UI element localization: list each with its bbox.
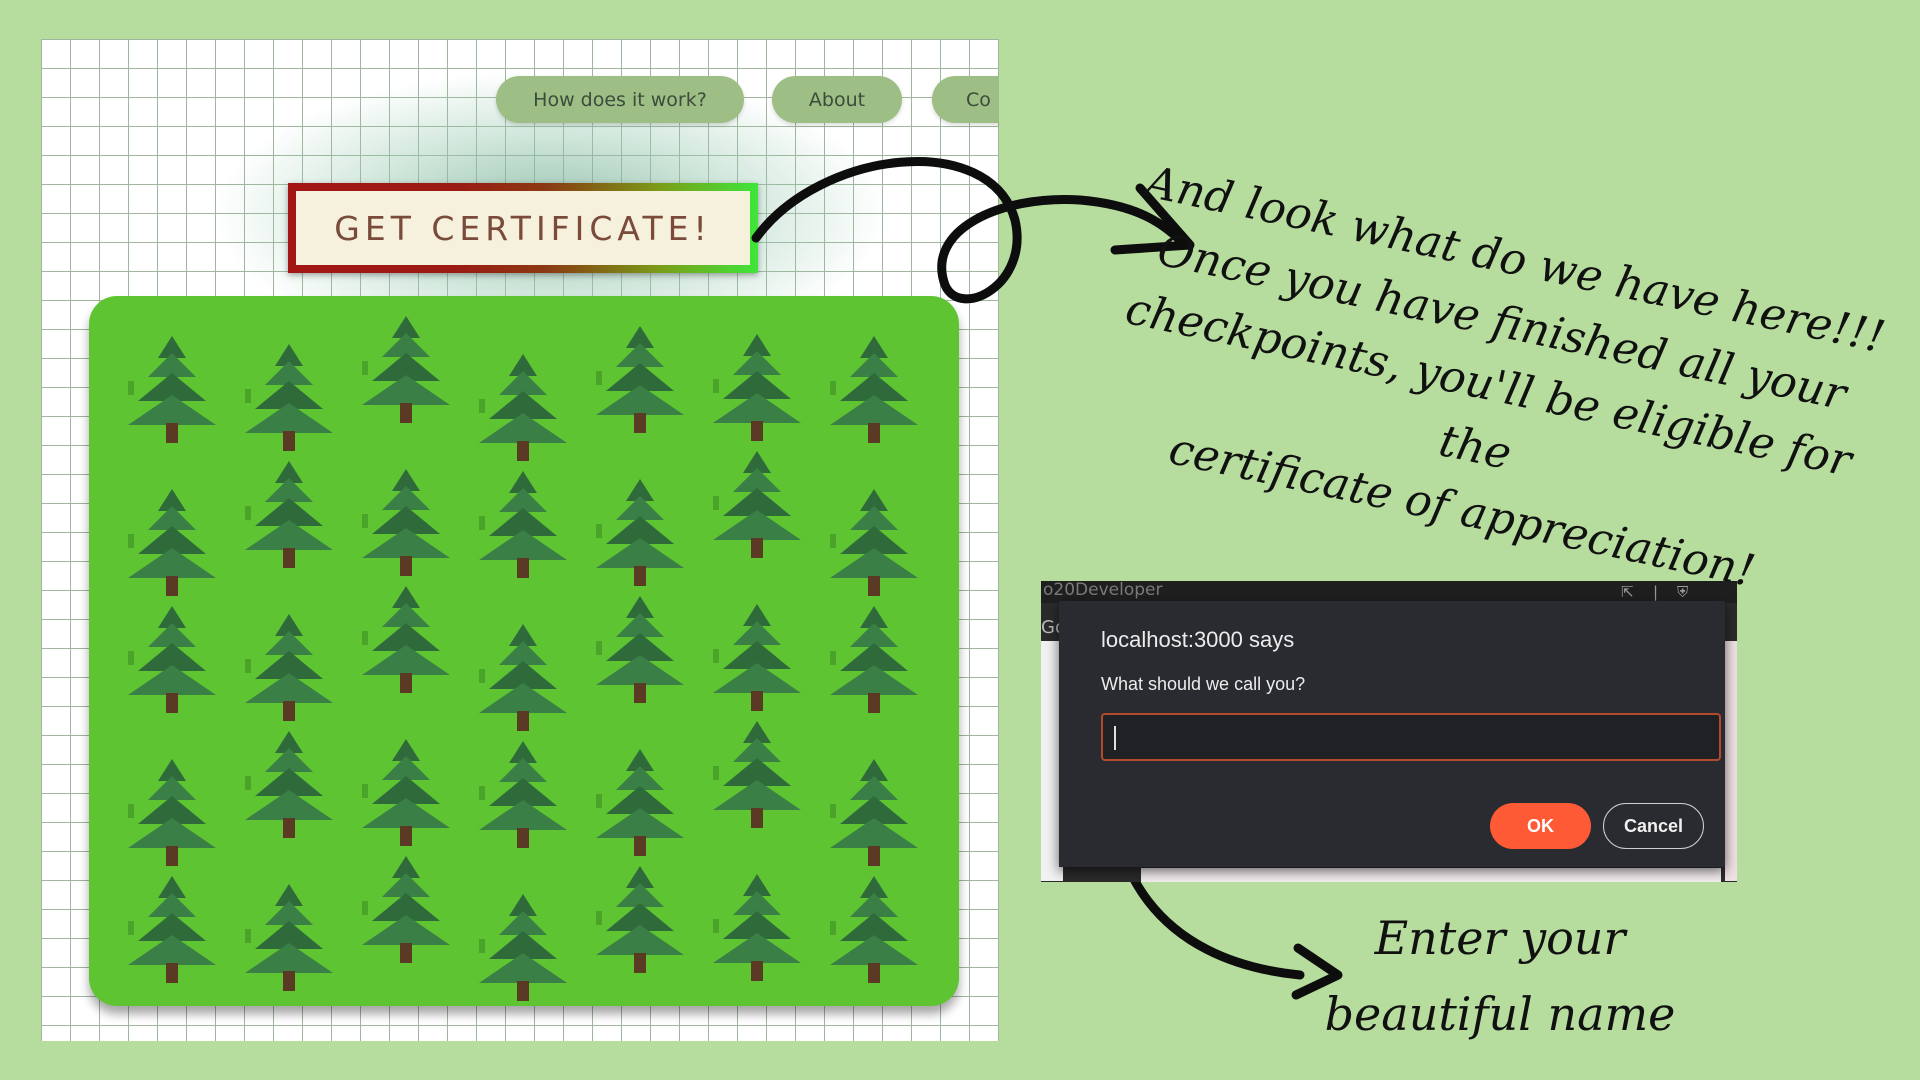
dialog-title: localhost:3000 says bbox=[1101, 627, 1295, 652]
cancel-button[interactable]: Cancel bbox=[1603, 803, 1704, 849]
name-input[interactable] bbox=[1101, 713, 1721, 761]
annotation-bottom: Enter your beautiful name bbox=[1320, 900, 1680, 1052]
arrow-top bbox=[751, 157, 1190, 304]
text-cursor bbox=[1114, 726, 1116, 750]
page-fragment-bottom bbox=[1141, 868, 1721, 882]
prompt-dialog: localhost:3000 says What should we call … bbox=[1059, 601, 1725, 867]
shield-icon[interactable]: ⛨ bbox=[1677, 583, 1688, 601]
browser-topbar: o20Developer ⇱ | ⛨ bbox=[1041, 581, 1737, 603]
share-icon[interactable]: ⇱ bbox=[1621, 583, 1634, 601]
annotation-line: beautiful name bbox=[1324, 987, 1676, 1041]
ok-button[interactable]: OK bbox=[1490, 803, 1591, 849]
browser-tab-text: o20Developer bbox=[1043, 581, 1163, 600]
divider: | bbox=[1653, 583, 1659, 601]
annotation-line: Enter your bbox=[1374, 911, 1626, 965]
page-fragment-right bbox=[1725, 641, 1737, 881]
dialog-screenshot: o20Developer ⇱ | ⛨ Go localhost:3000 say… bbox=[1041, 581, 1737, 882]
dialog-message: What should we call you? bbox=[1101, 674, 1306, 694]
